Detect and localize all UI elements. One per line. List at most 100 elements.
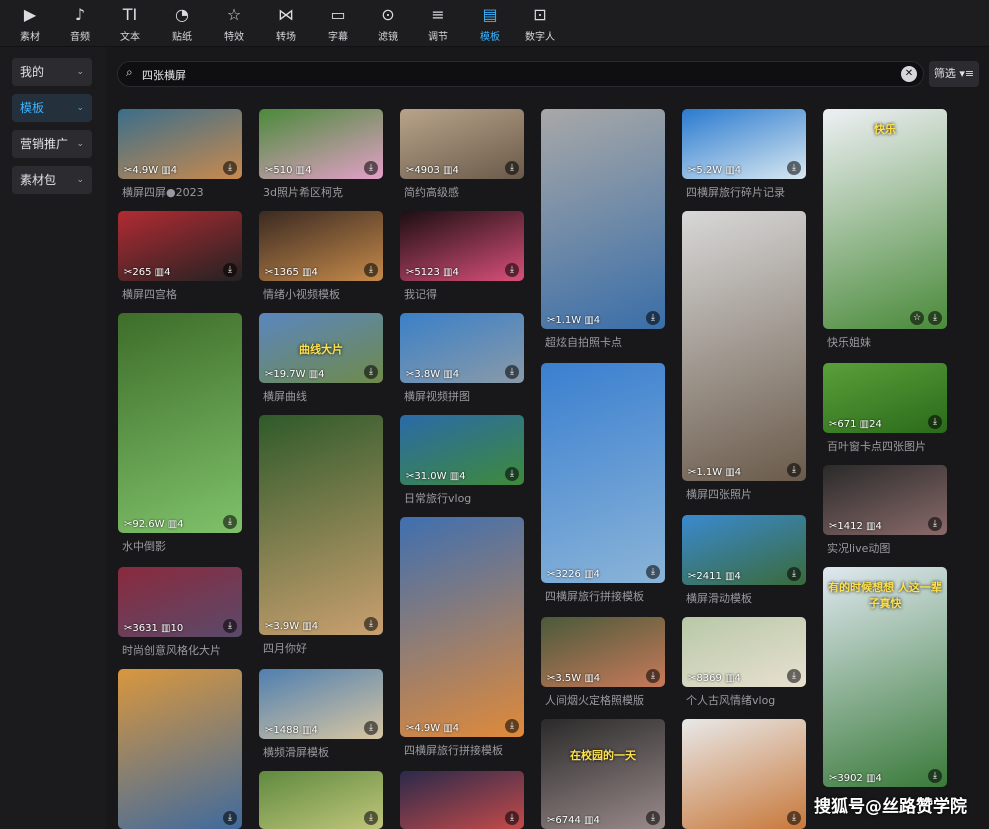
card-overlay-text: 在校园的一天 [570,749,636,762]
template-card[interactable]: ✂4.9W ▥4 ⤓ [118,109,242,179]
template-card[interactable]: ✂265 ▥4 ⤓ [118,211,242,281]
download-icon[interactable]: ⤓ [223,263,237,277]
template-card[interactable]: ✂1.1W ▥4 ⤓ [541,109,665,329]
download-icon[interactable]: ⤓ [364,161,378,175]
card-title: 水中倒影 [122,540,166,553]
card-stats: ✂5123 ▥4 [406,267,459,278]
template-card[interactable]: ✂671 ▥24 ⤓ [823,363,947,433]
template-card[interactable]: ✂3.9W ▥4 ⤓ [259,415,383,635]
sidebar-item-0[interactable]: 我的 ⌄ [12,58,92,86]
download-icon[interactable]: ⤓ [505,811,519,825]
download-icon[interactable]: ⤓ [364,811,378,825]
filter-button[interactable]: 筛选 ▾≡ [929,61,979,87]
toolbar-tab-1[interactable]: ♪ 音频 [58,5,102,43]
card-stats: ✂3.5W ▥4 [547,673,601,684]
toolbar-tab-8[interactable]: ≡ 调节 [416,5,460,43]
download-icon[interactable]: ⤓ [787,669,801,683]
template-card[interactable]: ✂4903 ▥4 ⤓ [400,109,524,179]
template-card[interactable]: ⤓ [400,771,524,829]
download-icon[interactable]: ⤓ [505,161,519,175]
download-icon[interactable]: ⤓ [505,365,519,379]
search-bar[interactable]: ⌕ ✕ [117,61,924,87]
toolbar-tab-10[interactable]: ⊡ 数字人 [518,5,562,43]
template-card[interactable]: ✂3226 ▥4 ⤓ [541,363,665,583]
toolbar-tab-label: 转场 [276,32,296,43]
toolbar-tab-0[interactable]: ▶ 素材 [8,5,52,43]
toolbar-tab-7[interactable]: ⊙ 滤镜 [366,5,410,43]
download-icon[interactable]: ⤓ [646,811,660,825]
download-icon[interactable]: ⤓ [928,517,942,531]
sidebar-item-2[interactable]: 营销推广 ⌄ [12,130,92,158]
download-icon[interactable]: ⤓ [787,811,801,825]
card-title: 四横屏旅行拼接模板 [404,744,503,757]
toolbar-tab-label: 字幕 [328,32,348,43]
text-icon: TI [122,5,138,24]
template-card[interactable]: 曲线大片 ✂19.7W ▥4 ⤓ [259,313,383,383]
card-stats: ✂6744 ▥4 [547,815,600,826]
toolbar-tab-9[interactable]: ▤ 模板 [468,5,512,43]
sidebar-item-3[interactable]: 素材包 ⌄ [12,166,92,194]
search-input[interactable] [140,64,884,86]
download-icon[interactable]: ⤓ [646,311,660,325]
template-card[interactable]: 有的时候想想 人这一辈子真快 ✂3902 ▥4 ⤓ [823,567,947,787]
download-icon[interactable]: ⤓ [646,565,660,579]
download-icon[interactable]: ⤓ [505,467,519,481]
template-card[interactable]: ✂5.2W ▥4 ⤓ [682,109,806,179]
card-stats: ✂1488 ▥4 [265,725,318,736]
template-card[interactable]: 在校园的一天 ✂6744 ▥4 ⤓ [541,719,665,829]
card-stats: ✂4.9W ▥4 [124,165,178,176]
download-icon[interactable]: ⤓ [787,161,801,175]
template-card[interactable]: ✂31.0W ▥4 ⤓ [400,415,524,485]
template-card[interactable]: ✂3.5W ▥4 ⤓ [541,617,665,687]
card-title: 横屏曲线 [263,390,307,403]
template-card[interactable]: ✂1488 ▥4 ⤓ [259,669,383,739]
download-icon[interactable]: ⤓ [223,619,237,633]
download-icon[interactable]: ⤓ [928,769,942,783]
download-icon[interactable]: ⤓ [223,811,237,825]
template-card[interactable]: ✂5123 ▥4 ⤓ [400,211,524,281]
download-icon[interactable]: ⤓ [223,161,237,175]
toolbar-tab-label: 滤镜 [378,32,398,43]
toolbar-tab-4[interactable]: ☆ 特效 [212,5,256,43]
download-icon[interactable]: ⤓ [364,365,378,379]
card-title: 简约高级感 [404,186,459,199]
card-stats: ✂4903 ▥4 [406,165,459,176]
toolbar-tab-2[interactable]: TI 文本 [108,5,152,43]
favorite-icon[interactable]: ☆ [910,311,924,325]
template-card[interactable]: ✂510 ▥4 ⤓ [259,109,383,179]
toolbar-tab-6[interactable]: ▭ 字幕 [316,5,360,43]
template-card[interactable]: ⤓ [259,771,383,829]
card-stats: ✂19.7W ▥4 [265,369,325,380]
download-icon[interactable]: ⤓ [787,463,801,477]
download-icon[interactable]: ⤓ [646,669,660,683]
template-card[interactable]: ✂3631 ▥10 ⤓ [118,567,242,637]
template-card[interactable]: ✂4.9W ▥4 ⤓ [400,517,524,737]
sidebar-item-1[interactable]: 模板 ⌄ [12,94,92,122]
template-card[interactable]: ✂2411 ▥4 ⤓ [682,515,806,585]
template-card[interactable]: ⤓ [682,719,806,829]
clear-search-icon[interactable]: ✕ [901,66,917,82]
card-stats: ✂510 ▥4 [265,165,312,176]
template-card[interactable]: ✂92.6W ▥4 ⤓ [118,313,242,533]
template-card[interactable]: ✂1.1W ▥4 ⤓ [682,211,806,481]
toolbar-tab-3[interactable]: ◔ 贴纸 [160,5,204,43]
template-card[interactable]: ✂3.8W ▥4 ⤓ [400,313,524,383]
download-icon[interactable]: ⤓ [787,567,801,581]
download-icon[interactable]: ⤓ [505,263,519,277]
toolbar-tab-label: 数字人 [525,32,555,43]
template-card[interactable]: 快乐 ⤓ ☆ [823,109,947,329]
download-icon[interactable]: ⤓ [928,311,942,325]
template-card[interactable]: ✂8369 ▥4 ⤓ [682,617,806,687]
template-card[interactable]: ✂1365 ▥4 ⤓ [259,211,383,281]
download-icon[interactable]: ⤓ [364,721,378,735]
download-icon[interactable]: ⤓ [928,415,942,429]
toolbar-tab-label: 模板 [480,32,500,43]
toolbar-tab-5[interactable]: ⋈ 转场 [264,5,308,43]
template-card[interactable]: ✂1412 ▥4 ⤓ [823,465,947,535]
download-icon[interactable]: ⤓ [364,263,378,277]
download-icon[interactable]: ⤓ [223,515,237,529]
download-icon[interactable]: ⤓ [505,719,519,733]
template-card[interactable]: ⤓ [118,669,242,829]
download-icon[interactable]: ⤓ [364,617,378,631]
card-stats: ✂3.8W ▥4 [406,369,460,380]
